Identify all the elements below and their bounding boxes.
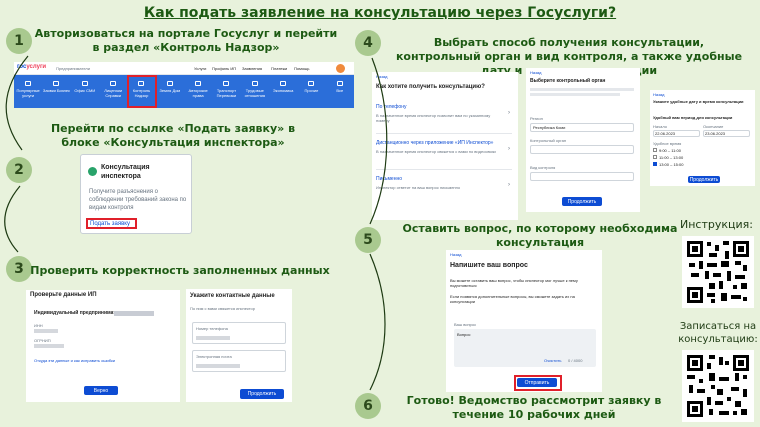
curve-5-6 bbox=[369, 253, 386, 391]
curve-2-3 bbox=[4, 185, 21, 253]
connector-curves bbox=[4, 55, 388, 391]
curve-4-5 bbox=[369, 57, 388, 225]
curve-1-2 bbox=[5, 55, 29, 151]
